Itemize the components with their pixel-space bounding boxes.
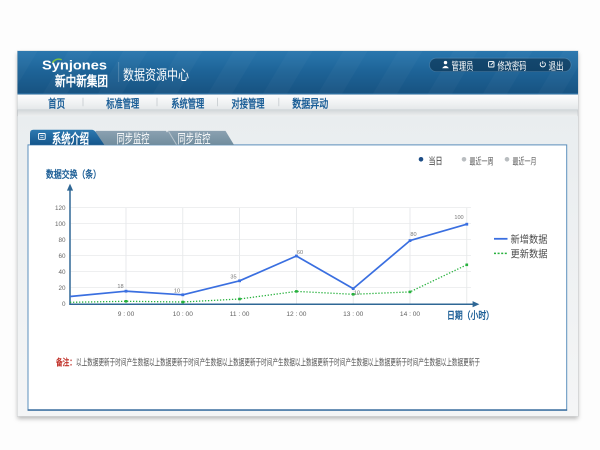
svg-text:同步监控: 同步监控 bbox=[117, 132, 150, 146]
svg-text:18: 18 bbox=[117, 284, 123, 290]
svg-text:日期（小时）: 日期（小时） bbox=[447, 309, 494, 322]
svg-text:修改密码: 修改密码 bbox=[498, 59, 527, 72]
svg-text:首页: 首页 bbox=[48, 97, 65, 111]
svg-text:9 : 00: 9 : 00 bbox=[118, 311, 135, 318]
svg-text:对接管理: 对接管理 bbox=[232, 97, 265, 111]
svg-text:标准管理: 标准管理 bbox=[106, 97, 140, 111]
svg-text:80: 80 bbox=[410, 232, 416, 238]
svg-text:当日: 当日 bbox=[429, 156, 443, 168]
svg-text:20: 20 bbox=[58, 285, 66, 292]
svg-text:0: 0 bbox=[62, 301, 66, 308]
svg-text:40: 40 bbox=[58, 269, 66, 276]
svg-text:12 : 00: 12 : 00 bbox=[286, 311, 306, 318]
svg-text:60: 60 bbox=[297, 250, 303, 256]
svg-text:60: 60 bbox=[58, 253, 66, 260]
svg-text:10 : 00: 10 : 00 bbox=[173, 311, 193, 318]
svg-text:10: 10 bbox=[174, 289, 180, 295]
svg-text:35: 35 bbox=[230, 275, 236, 281]
svg-text:管理员: 管理员 bbox=[452, 59, 474, 72]
svg-text:Synjones: Synjones bbox=[42, 57, 107, 72]
svg-text:数据异动: 数据异动 bbox=[292, 97, 328, 111]
svg-text:100: 100 bbox=[55, 221, 66, 228]
svg-text:新中新集团: 新中新集团 bbox=[55, 73, 108, 89]
svg-text:14 : 00: 14 : 00 bbox=[400, 311, 420, 318]
svg-text:13 : 00: 13 : 00 bbox=[343, 311, 363, 318]
svg-text:80: 80 bbox=[58, 237, 66, 244]
svg-text:同步监控: 同步监控 bbox=[178, 132, 211, 146]
svg-text:更新数据: 更新数据 bbox=[511, 248, 548, 261]
svg-text:数据资源中心: 数据资源中心 bbox=[123, 67, 189, 83]
svg-text:系统介绍: 系统介绍 bbox=[52, 130, 89, 146]
svg-text:100: 100 bbox=[454, 215, 463, 221]
svg-text:数据交换（条）: 数据交换（条） bbox=[46, 168, 101, 181]
svg-text:10: 10 bbox=[354, 290, 360, 296]
svg-text:120: 120 bbox=[55, 205, 66, 212]
svg-text:最近一周: 最近一周 bbox=[470, 155, 494, 166]
svg-text:系统管理: 系统管理 bbox=[171, 97, 204, 111]
svg-text:退出: 退出 bbox=[549, 59, 564, 72]
svg-text:最近一月: 最近一月 bbox=[513, 155, 537, 166]
svg-text:新增数据: 新增数据 bbox=[511, 233, 548, 246]
svg-text:备注：以上数据更新于时间产生数据以上数据更新于时间产生数据以: 备注：以上数据更新于时间产生数据以上数据更新于时间产生数据以上数据更新于时间产生… bbox=[55, 357, 480, 368]
svg-text:11 : 00: 11 : 00 bbox=[230, 311, 250, 318]
